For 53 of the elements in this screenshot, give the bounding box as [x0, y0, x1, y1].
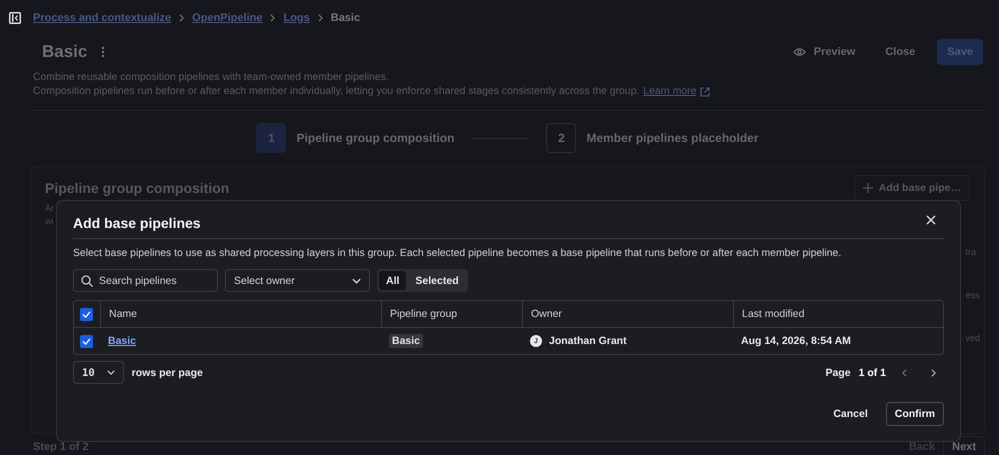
sidebar-toggle-icon[interactable]: [9, 12, 21, 24]
column-header: Pipeline group: [390, 308, 458, 320]
breadcrumb-link[interactable]: Process and contextualize: [33, 12, 172, 24]
more-icon[interactable]: [101, 46, 106, 58]
preview-button[interactable]: Preview: [784, 40, 864, 64]
page-label: Page: [825, 366, 851, 378]
learn-more-link[interactable]: Learn more: [643, 85, 696, 99]
column-header: Last modified: [742, 308, 804, 320]
card-title: Pipeline group composition: [45, 180, 230, 196]
search-field[interactable]: Search pipelines: [73, 269, 218, 292]
search-icon: [81, 275, 93, 287]
dialog-title: Add base pipelines: [73, 214, 201, 230]
chevron-down-icon: [106, 370, 115, 375]
step-number[interactable]: 2: [546, 123, 576, 153]
step-number[interactable]: 1: [256, 123, 286, 153]
close-icon[interactable]: [926, 214, 936, 224]
close-button[interactable]: Close: [877, 40, 924, 64]
page-count: 1 of 1: [858, 366, 886, 378]
select-all-checkbox[interactable]: [80, 308, 93, 320]
pipeline-link[interactable]: Basic: [108, 335, 136, 347]
owner-dropdown[interactable]: Select owner: [225, 269, 370, 292]
check-icon: [82, 338, 91, 344]
confirm-button[interactable]: Confirm: [886, 402, 944, 426]
step-label: Member pipelines placeholder: [586, 131, 759, 145]
breadcrumb-current: Basic: [330, 12, 360, 24]
page-description: Combine reusable composition pipelines with team-owned member pipelines.: [33, 71, 390, 85]
rows-per-page-label: rows per page: [132, 366, 203, 378]
row-checkbox[interactable]: [80, 334, 93, 348]
page-title: Basic: [42, 42, 88, 62]
chevron-right-icon: [270, 14, 276, 22]
page-size-dropdown[interactable]: 10: [73, 361, 124, 384]
chevron-right-icon: [179, 14, 184, 22]
breadcrumb-link[interactable]: Logs: [283, 12, 310, 24]
eye-icon: [792, 47, 806, 57]
step-label: Pipeline group composition: [296, 131, 454, 145]
group-tag: Basic: [389, 334, 424, 348]
filter-option[interactable]: Selected: [408, 271, 466, 290]
column-header: Owner: [531, 308, 562, 320]
filter-option[interactable]: All: [379, 271, 406, 290]
table-cell: Aug 14, 2026, 8:54 AM: [741, 335, 851, 347]
check-icon: [82, 310, 91, 318]
plus-icon: [862, 183, 873, 193]
cancel-button[interactable]: Cancel: [825, 402, 876, 426]
chevron-right-icon: [318, 14, 323, 22]
owner-name: Jonathan Grant: [549, 335, 627, 347]
dialog-description: Select base pipelines to use as shared processing layers in this group. Each selected pipeline becomes a base pipeline that runs before or after each member pipeline.: [73, 248, 842, 259]
page-description: Composition pipelines run before or after each member individually, letting you enforce shared stages consistently across the group.: [33, 85, 640, 99]
external-link-icon: [700, 87, 710, 97]
chevron-left-icon[interactable]: [902, 368, 907, 376]
column-header: Name: [109, 308, 138, 320]
breadcrumb-link[interactable]: OpenPipeline: [192, 12, 262, 24]
chevron-down-icon: [352, 278, 361, 284]
chevron-right-icon[interactable]: [931, 368, 936, 376]
